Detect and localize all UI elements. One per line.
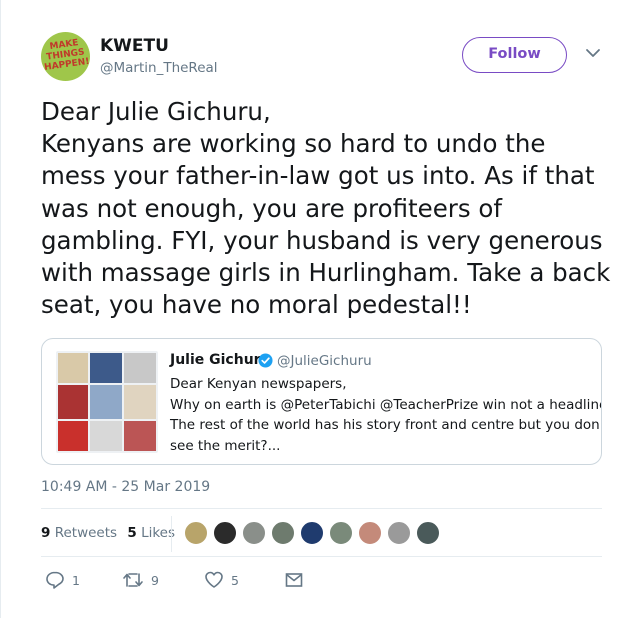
tweet-line: gambling. FYI, your husband is very gene… xyxy=(41,225,603,255)
quoted-line: The rest of the world has his story fron… xyxy=(170,417,602,433)
quoted-line: see the merit?... xyxy=(170,437,281,454)
tweet-line: seat, you have no moral pedestal!! xyxy=(41,290,472,320)
likes-stat[interactable]: 5 Likes xyxy=(127,525,175,541)
quoted-line: Why on earth is @PeterTabichi @TeacherPr… xyxy=(170,396,602,413)
retweet-count: 9 xyxy=(151,573,159,588)
engagement-stats: 9 Retweets 5 Likes xyxy=(41,525,175,541)
retweets-count: 9 xyxy=(41,525,51,541)
retweets-label: Retweets xyxy=(54,525,118,541)
tweet-card: MAKE THINGS HAPPEN! KWETU @Martin_TheRea… xyxy=(0,0,640,618)
retweet-button[interactable]: 9 xyxy=(122,570,166,590)
tweet-line: with massage girls in Hurlingham. Take a… xyxy=(41,258,611,288)
like-button[interactable]: 5 xyxy=(204,570,248,590)
tweet-timestamp[interactable]: 10:49 AM - 25 Mar 2019 xyxy=(41,479,210,495)
retweet-icon xyxy=(123,573,143,587)
tweet-line: Dear Julie Gichuru, xyxy=(41,97,271,126)
quoted-tweet[interactable]: Julie Gichuru @JulieGichuru Dear Kenyan … xyxy=(41,338,602,465)
heart-icon xyxy=(205,571,223,588)
stats-separator xyxy=(171,516,172,552)
likes-count: 5 xyxy=(127,525,137,541)
envelope-icon xyxy=(285,573,303,587)
quoted-text: Dear Kenyan newspapers, Why on earth is … xyxy=(170,374,602,456)
author-avatar[interactable]: MAKE THINGS HAPPEN! xyxy=(41,32,90,81)
direct-message-button[interactable] xyxy=(284,570,306,590)
quoted-display-name[interactable]: Julie Gichuru xyxy=(170,352,271,368)
quoted-line: Dear Kenyan newspapers, xyxy=(170,376,347,392)
tweet-line: Kenyans are working so hard to undo the xyxy=(41,129,546,159)
liker-avatar[interactable] xyxy=(299,520,325,546)
liker-avatar[interactable] xyxy=(415,520,441,546)
follow-button[interactable]: Follow xyxy=(462,37,567,73)
quoted-handle[interactable]: @JulieGichuru xyxy=(277,353,372,369)
reply-count: 1 xyxy=(72,573,80,588)
likes-label: Likes xyxy=(141,525,176,541)
reply-icon xyxy=(46,571,64,589)
liker-avatar[interactable] xyxy=(241,520,267,546)
chevron-down-icon[interactable] xyxy=(585,47,601,59)
divider xyxy=(41,556,602,557)
liker-avatar[interactable] xyxy=(357,520,383,546)
liker-avatar[interactable] xyxy=(212,520,238,546)
liker-avatar[interactable] xyxy=(183,520,209,546)
author-display-name[interactable]: KWETU xyxy=(100,36,169,56)
reply-button[interactable]: 1 xyxy=(45,570,85,590)
retweets-stat[interactable]: 9 Retweets xyxy=(41,525,117,541)
like-count: 5 xyxy=(231,573,239,588)
liker-avatar[interactable] xyxy=(328,520,354,546)
liker-avatar[interactable] xyxy=(386,520,412,546)
divider xyxy=(41,508,602,509)
liker-avatar[interactable] xyxy=(270,520,296,546)
tweet-line: was not enough, you are profiteers of xyxy=(41,193,503,223)
tweet-line: mess your father-in-law got us into. As … xyxy=(41,161,595,191)
quoted-tweet-image[interactable] xyxy=(56,351,158,453)
author-handle[interactable]: @Martin_TheReal xyxy=(100,60,218,76)
avatar-logo-text: MAKE THINGS HAPPEN! xyxy=(43,38,90,74)
tweet-text: Dear Julie Gichuru, Kenyans are working … xyxy=(41,96,626,321)
verified-badge-icon xyxy=(258,353,273,368)
